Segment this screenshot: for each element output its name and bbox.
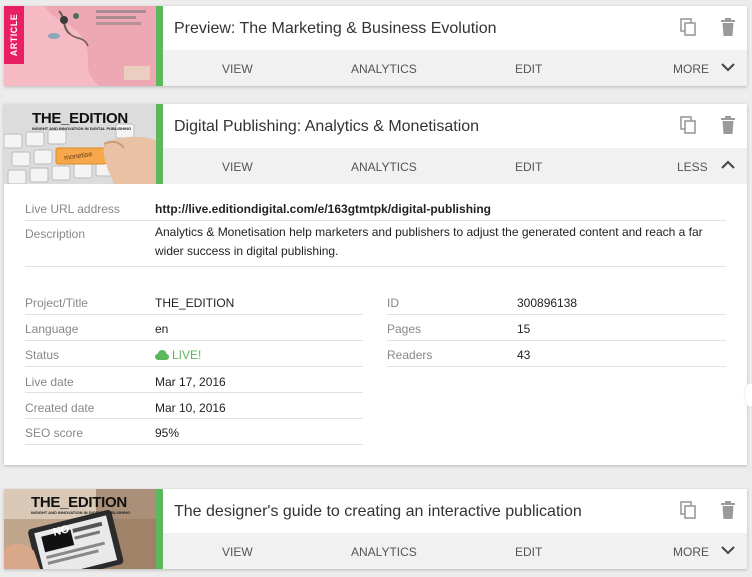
edit-button[interactable]: EDIT (515, 545, 542, 559)
card-actions-bar: VIEW ANALYTICS EDIT MORE (163, 533, 747, 569)
chevron-down-icon[interactable] (721, 62, 735, 72)
publication-thumbnail[interactable]: THE_EDITION INSIGHT AND INNOVATION IN DI… (4, 489, 156, 569)
detail-label: Live date (25, 375, 74, 389)
detail-value: en (155, 322, 169, 336)
publication-thumbnail[interactable]: ARTICLE (4, 6, 156, 86)
detail-value: 43 (517, 348, 531, 362)
detail-label: Project/Title (25, 296, 88, 310)
detail-label: Language (25, 322, 79, 336)
thumbnail-logo: THE_EDITION (32, 110, 128, 127)
publication-title[interactable]: Digital Publishing: Analytics & Monetisa… (174, 118, 479, 136)
publication-card-2: THE_EDITION INSIGHT AND INNOVATION IN DI… (4, 104, 747, 465)
status-value: LIVE! (172, 348, 202, 362)
publication-thumbnail[interactable]: THE_EDITION INSIGHT AND INNOVATION IN DI… (4, 104, 156, 184)
card-header: THE_EDITION INSIGHT AND INNOVATION IN DI… (4, 104, 747, 184)
detail-row-pages: Pages 15 (387, 315, 726, 341)
view-button[interactable]: VIEW (222, 62, 253, 76)
copy-icon[interactable] (680, 501, 696, 519)
analytics-button[interactable]: ANALYTICS (351, 62, 417, 76)
status-badge: LIVE! (155, 348, 201, 362)
card-actions-bar: VIEW ANALYTICS EDIT MORE (163, 50, 747, 86)
status-color-bar (156, 6, 163, 86)
detail-value: THE_EDITION (155, 296, 235, 310)
detail-value: 15 (517, 322, 531, 336)
publication-title[interactable]: The designer's guide to creating an inte… (174, 503, 582, 521)
detail-label: SEO score (25, 426, 84, 440)
thumbnail-tagline: INSIGHT AND INNOVATION IN DIGITAL PUBLIS… (32, 126, 132, 131)
publication-card-1: ARTICLE Preview: The Marketing & Busines… (4, 6, 747, 86)
analytics-button[interactable]: ANALYTICS (351, 160, 417, 174)
article-badge: ARTICLE (4, 6, 24, 64)
less-button[interactable]: LESS (677, 160, 708, 174)
edit-button[interactable]: EDIT (515, 62, 542, 76)
publication-details: Live URL address http://live.editiondigi… (4, 184, 747, 465)
detail-row-id: ID 300896138 (387, 289, 726, 315)
detail-label: ID (387, 296, 399, 310)
chevron-down-icon[interactable] (721, 545, 735, 555)
card-header: THE_EDITION INSIGHT AND INNOVATION IN DI… (4, 489, 747, 569)
copy-icon[interactable] (680, 116, 696, 134)
detail-value: Mar 17, 2016 (155, 375, 226, 389)
description-value: Analytics & Monetisation help marketers … (155, 225, 703, 258)
detail-label: Live URL address (25, 202, 120, 216)
publication-title[interactable]: Preview: The Marketing & Business Evolut… (174, 20, 497, 38)
detail-label: Description (25, 227, 86, 241)
detail-row-description: Description Analytics & Monetisation hel… (25, 221, 726, 267)
detail-label: Pages (387, 322, 422, 336)
analytics-button[interactable]: ANALYTICS (351, 545, 417, 559)
detail-value: Mar 10, 2016 (155, 401, 226, 415)
detail-row-project: Project/Title THE_EDITION (25, 289, 363, 315)
article-badge-label: ARTICLE (9, 13, 19, 57)
view-button[interactable]: VIEW (222, 545, 253, 559)
delete-icon[interactable] (721, 18, 735, 36)
thumbnail-tagline: INSIGHT AND INNOVATION IN DIGITAL PUBLIS… (31, 510, 131, 515)
detail-row-readers: Readers 43 (387, 341, 726, 367)
detail-row-seo-score: SEO score 95% (25, 419, 363, 445)
detail-row-language: Language en (25, 315, 363, 341)
more-button[interactable]: MORE (673, 545, 709, 559)
delete-icon[interactable] (721, 501, 735, 519)
thumbnail-logo: THE_EDITION (31, 494, 127, 511)
detail-row-live-url: Live URL address http://live.editiondigi… (25, 196, 726, 221)
thumbnail-art (4, 6, 156, 86)
more-button[interactable]: MORE (673, 62, 709, 76)
detail-row-created-date: Created date Mar 10, 2016 (25, 393, 363, 419)
card-header: ARTICLE Preview: The Marketing & Busines… (4, 6, 747, 86)
edit-button[interactable]: EDIT (515, 160, 542, 174)
publication-card-3: THE_EDITION INSIGHT AND INNOVATION IN DI… (4, 489, 747, 569)
scroll-handle[interactable] (745, 383, 752, 407)
view-button[interactable]: VIEW (222, 160, 253, 174)
delete-icon[interactable] (721, 116, 735, 134)
detail-label: Readers (387, 348, 433, 362)
status-color-bar (156, 489, 163, 569)
detail-label: Created date (25, 401, 95, 415)
chevron-up-icon[interactable] (721, 160, 735, 170)
cloud-icon (155, 350, 169, 360)
detail-value: 95% (155, 426, 180, 440)
detail-row-status: Status LIVE! (25, 341, 363, 367)
detail-row-live-date: Live date Mar 17, 2016 (25, 367, 363, 393)
card-actions-bar: VIEW ANALYTICS EDIT LESS (163, 148, 747, 184)
detail-label: Status (25, 348, 60, 362)
status-color-bar (156, 104, 163, 184)
copy-icon[interactable] (680, 18, 696, 36)
detail-value: 300896138 (517, 296, 578, 310)
live-url-link[interactable]: http://live.editiondigital.com/e/163gtmt… (155, 202, 491, 216)
